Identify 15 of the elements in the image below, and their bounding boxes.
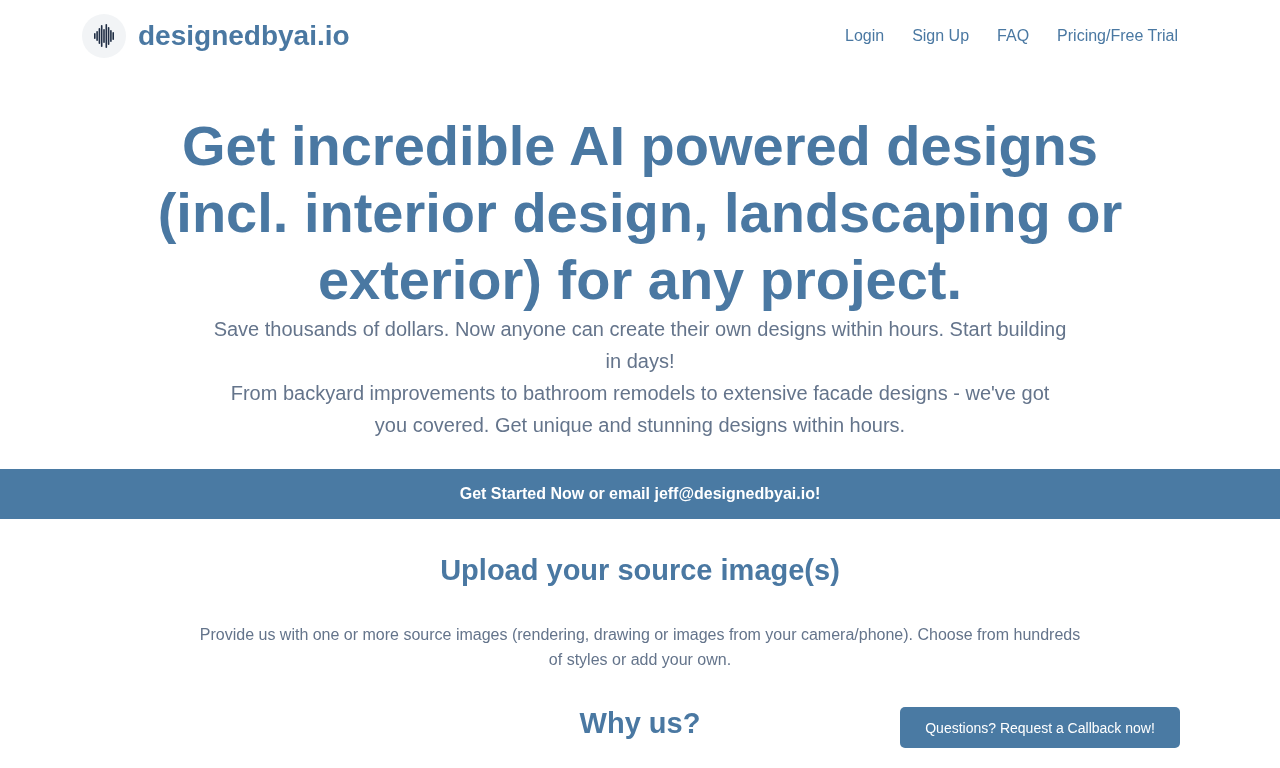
hero-title: Get incredible AI powered designs (incl. interior design, landscaping or exterior) for any project. <box>156 113 1124 313</box>
section-paragraph: Provide us with one or more source images (rendering, drawing or images from your camera/phone). Choose from hundreds of styles or add your own. <box>198 625 1082 670</box>
nav-link[interactable]: Pricing/Free Trial <box>1057 27 1178 45</box>
nav-link[interactable]: FAQ <box>997 27 1030 45</box>
cta-banner[interactable]: Get Started Now or email jeff@designedbyai.io! <box>0 469 1280 519</box>
hero-paragraph: Save thousands of dollars. Now anyone can create their own designs within hours. Start building in days! <box>213 317 1067 374</box>
banner-text[interactable]: Get Started Now or email jeff@designedbyai.io! <box>459 485 821 503</box>
nav-link[interactable]: Sign Up <box>912 27 970 45</box>
waveform-logo-icon <box>82 14 126 58</box>
section-heading: Upload your source image(s) <box>440 553 840 588</box>
callback-button[interactable]: Questions? Request a Callback now! <box>900 707 1180 748</box>
section-heading: Why us? <box>579 706 701 741</box>
hero-paragraph: From backyard improvements to bathroom remodels to extensive facade designs - we've got you covered. Get unique and stunning designs within hours. <box>229 381 1051 438</box>
brand-name[interactable]: designedbyai.io <box>138 20 350 52</box>
nav-link[interactable]: Login <box>845 27 885 45</box>
